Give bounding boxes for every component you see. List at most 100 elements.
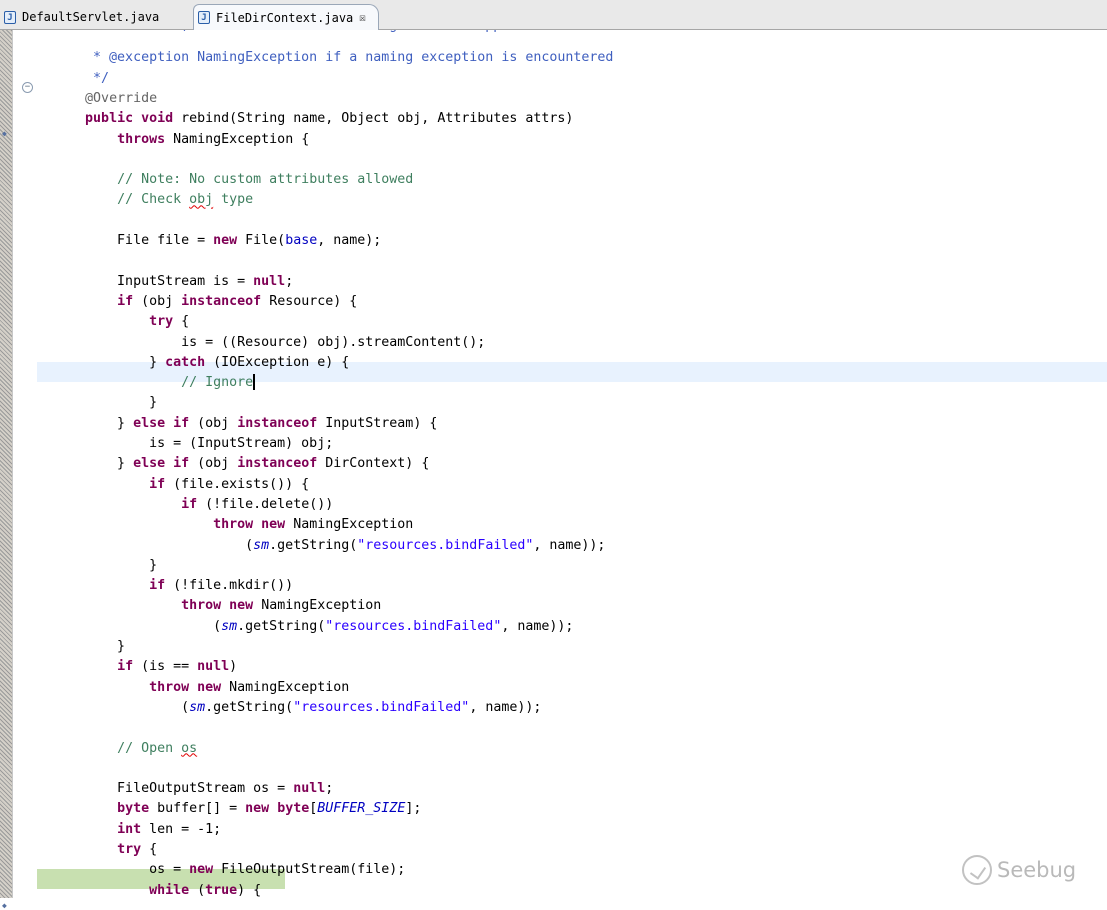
code-line: (sm.getString("resources.bindFailed", na… <box>37 617 573 637</box>
text-caret <box>253 374 256 391</box>
code-token: { <box>173 314 190 330</box>
code-line: FileOutputStream os = null; <box>37 779 333 799</box>
code-token: , name); <box>317 233 382 248</box>
code-token: int <box>117 821 142 837</box>
code-token: byte <box>117 801 150 817</box>
code-token: if <box>173 456 190 472</box>
code-line: // Ignore <box>37 373 256 393</box>
code-line: File file = new File(base, name); <box>37 231 381 251</box>
code-token: new <box>261 517 286 533</box>
arrow-down-icon: ◆ <box>2 901 7 910</box>
line-ruler <box>12 30 36 898</box>
code-token: (is == <box>133 659 198 675</box>
code-editor[interactable]: unbound; attributes of the binding are n… <box>37 30 1107 898</box>
code-token: // Check <box>117 192 190 208</box>
code-token: else <box>133 456 166 472</box>
code-token: null <box>293 781 326 797</box>
code-token: * @exception NamingException if a naming… <box>37 50 614 66</box>
code-line: is = (InputStream) obj; <box>37 434 333 454</box>
code-token: ) { <box>237 882 262 898</box>
code-token: catch <box>165 354 206 370</box>
code-token: if <box>181 496 198 512</box>
code-token: ( <box>189 882 206 898</box>
code-token: null <box>197 659 230 675</box>
tab-filedircontext[interactable]: J FileDirContext.java ☒ <box>193 4 379 30</box>
code-token: ; <box>325 781 334 797</box>
code-token: instanceof <box>181 293 262 309</box>
code-token: sm <box>253 537 270 553</box>
code-line: // Check obj type <box>37 190 253 210</box>
code-token: (IOException e) { <box>205 354 350 370</box>
code-token: InputStream) { <box>317 415 438 431</box>
java-file-icon: J <box>4 10 16 24</box>
code-token: try <box>117 842 142 857</box>
code-token: NamingException <box>221 679 350 695</box>
code-token: } <box>37 415 134 431</box>
code-token: NamingException { <box>165 131 310 147</box>
code-token: if <box>173 415 190 431</box>
close-icon[interactable]: ☒ <box>359 11 366 24</box>
code-token: } <box>37 395 158 411</box>
code-token: (!file.delete()) <box>197 496 334 512</box>
code-token: new <box>197 679 222 695</box>
code-token: while <box>149 882 190 898</box>
java-file-icon: J <box>198 11 210 24</box>
code-token: { <box>141 842 158 857</box>
code-token: "resources.bindFailed" <box>357 537 534 553</box>
code-token: byte <box>277 801 310 817</box>
code-token: */ <box>37 70 110 86</box>
code-line: int len = -1; <box>37 820 221 840</box>
code-token: if <box>117 659 134 675</box>
code-line: InputStream is = null; <box>37 272 293 292</box>
code-token: unbound; attributes of the binding are n… <box>125 30 541 33</box>
code-token: is = (InputStream) obj; <box>37 436 334 451</box>
code-token: Resource) { <box>261 293 358 309</box>
code-token: os = <box>37 862 190 878</box>
code-token: throw <box>149 679 190 695</box>
tab-defaultservlet[interactable]: J DefaultServlet.java <box>2 4 186 30</box>
code-line: if (!file.mkdir()) <box>37 576 293 596</box>
code-line: while (true) { <box>37 881 261 898</box>
code-token: instanceof <box>237 415 318 431</box>
code-token: } <box>37 354 166 370</box>
code-line: } <box>37 637 125 657</box>
code-token: if <box>117 293 134 309</box>
code-line: } catch (IOException e) { <box>37 353 349 373</box>
code-token: .getString( <box>237 618 326 634</box>
code-token: void <box>141 111 174 127</box>
code-token: new <box>213 233 238 248</box>
code-line: if (!file.delete()) <box>37 495 333 515</box>
code-token: new <box>245 801 270 817</box>
fold-collapse-icon[interactable]: − <box>22 82 33 93</box>
code-token: base <box>285 233 318 248</box>
code-token: public <box>85 111 134 127</box>
code-token: , name)); <box>501 618 574 634</box>
code-token: } <box>37 639 126 654</box>
code-token: ]; <box>405 801 422 817</box>
overview-ruler: ◆ ◆ <box>0 30 12 910</box>
code-token: if <box>149 578 166 594</box>
arrow-up-icon: ◆ <box>2 129 7 138</box>
editor-tab-bar: J DefaultServlet.java J FileDirContext.j… <box>0 0 1107 30</box>
code-token: os <box>181 740 198 756</box>
code-token: rebind(String name, Object obj, Attribut… <box>173 111 574 127</box>
code-token: DirContext) { <box>317 456 430 472</box>
code-line: } <box>37 393 157 413</box>
seebug-logo-icon <box>962 855 992 885</box>
code-line: */ <box>37 69 109 89</box>
code-token: throw <box>181 598 222 614</box>
code-token: len = -1; <box>141 821 222 837</box>
code-token: (obj <box>189 456 238 472</box>
code-line: try { <box>37 840 157 860</box>
code-token: , name)); <box>469 699 542 715</box>
